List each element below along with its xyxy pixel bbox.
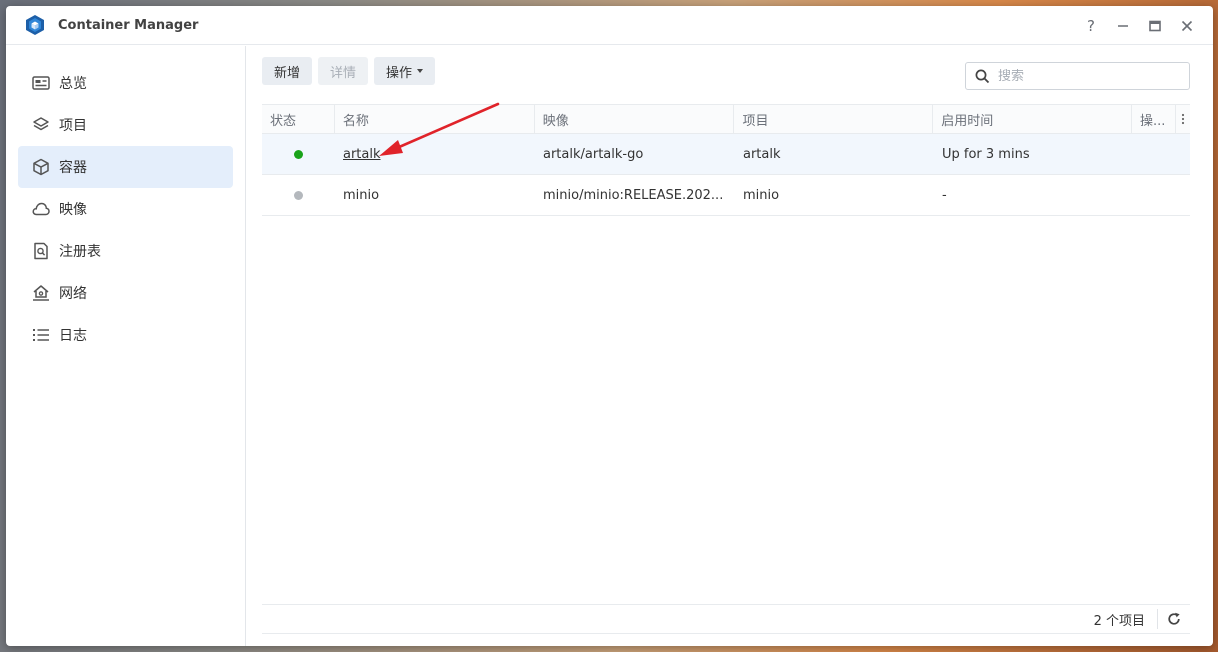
column-header-name[interactable]: 名称 [335, 105, 535, 133]
sidebar-item-label: 注册表 [59, 244, 101, 260]
sidebar-item-label: 日志 [59, 328, 87, 344]
help-icon: ? [1087, 16, 1095, 35]
status-cell [262, 149, 335, 159]
project-cell: artalk [743, 146, 781, 162]
sidebar-item-label: 容器 [59, 160, 87, 176]
status-stopped-dot [294, 190, 303, 200]
sidebar-item-containers[interactable]: 容器 [18, 146, 233, 188]
sidebar-item-label: 项目 [59, 118, 87, 134]
cloud-icon [32, 200, 50, 218]
list-icon [32, 326, 50, 344]
column-header-uptime[interactable]: 启用时间 [933, 105, 1133, 133]
window-controls: ? [1075, 6, 1203, 45]
sidebar-item-registry[interactable]: 注册表 [18, 230, 233, 272]
sidebar: 总览 项目 容器 映像 注册表 网络 日志 [6, 46, 246, 646]
maximize-button[interactable] [1139, 6, 1171, 45]
sidebar-item-images[interactable]: 映像 [18, 188, 233, 230]
close-icon [1181, 20, 1193, 31]
table-header: 状态 名称 映像 项目 启用时间 操... [262, 104, 1190, 134]
item-count: 2 个项目 [1094, 609, 1158, 629]
uptime-cell: - [942, 187, 947, 203]
search-icon [975, 69, 990, 83]
containers-table: 状态 名称 映像 项目 启用时间 操... artalk artalk/arta… [262, 104, 1190, 216]
maximize-icon [1149, 20, 1161, 31]
table-row[interactable]: minio minio/minio:RELEASE.202... minio - [262, 175, 1190, 216]
image-cell: artalk/artalk-go [543, 146, 644, 162]
add-button-label: 新增 [274, 65, 301, 81]
actions-button-label: 操作 [386, 65, 413, 81]
sidebar-item-network[interactable]: 网络 [18, 272, 233, 314]
status-cell [262, 190, 335, 200]
vertical-dots-icon [1181, 113, 1185, 125]
close-button[interactable] [1171, 6, 1203, 45]
name-cell: minio [343, 187, 380, 203]
minimize-button[interactable] [1107, 6, 1139, 45]
table-row[interactable]: artalk artalk/artalk-go artalk Up for 3 … [262, 134, 1190, 175]
app-window: Container Manager ? 总览 项目 容器 映像 注册表 网络 日… [6, 6, 1213, 646]
column-header-status[interactable]: 状态 [262, 105, 335, 133]
sidebar-item-projects[interactable]: 项目 [18, 104, 233, 146]
project-cell: minio [743, 187, 780, 203]
details-button-label: 详情 [330, 65, 357, 81]
column-header-actions[interactable]: 操... [1132, 105, 1176, 133]
title-bar: Container Manager ? [6, 6, 1213, 45]
add-button[interactable]: 新增 [262, 57, 313, 85]
sidebar-item-overview[interactable]: 总览 [18, 62, 233, 104]
image-cell: minio/minio:RELEASE.202... [543, 187, 724, 203]
registry-search-icon [32, 242, 50, 260]
cube-icon [32, 158, 50, 176]
column-header-project[interactable]: 项目 [734, 105, 934, 133]
help-button[interactable]: ? [1075, 6, 1107, 45]
caret-down-icon [417, 69, 424, 73]
sidebar-item-label: 总览 [59, 76, 87, 92]
refresh-button[interactable] [1158, 612, 1190, 626]
main-panel: 新增 详情 操作 状态 名称 映像 项目 启用时间 操... [247, 46, 1213, 646]
toolbar: 新增 详情 操作 [247, 46, 1213, 96]
layers-icon [32, 116, 50, 134]
table-footer: 2 个项目 [262, 604, 1190, 634]
dashboard-icon [32, 74, 50, 92]
refresh-icon [1168, 612, 1180, 625]
search-box[interactable] [965, 62, 1190, 90]
status-running-dot [294, 149, 303, 159]
name-cell: artalk [335, 147, 535, 162]
search-input[interactable] [998, 68, 1178, 84]
column-header-image[interactable]: 映像 [535, 105, 735, 133]
sidebar-item-label: 映像 [59, 202, 87, 218]
window-title: Container Manager [58, 17, 199, 33]
sidebar-item-label: 网络 [59, 286, 87, 302]
container-manager-logo-icon [26, 15, 44, 35]
actions-dropdown-button[interactable]: 操作 [374, 57, 436, 85]
sidebar-item-logs[interactable]: 日志 [18, 314, 233, 356]
container-name-link[interactable]: artalk [343, 147, 381, 162]
uptime-cell: Up for 3 mins [942, 146, 1030, 162]
minimize-icon [1118, 24, 1128, 27]
column-options-button[interactable] [1176, 105, 1190, 133]
details-button[interactable]: 详情 [318, 57, 369, 85]
network-house-icon [32, 284, 50, 302]
